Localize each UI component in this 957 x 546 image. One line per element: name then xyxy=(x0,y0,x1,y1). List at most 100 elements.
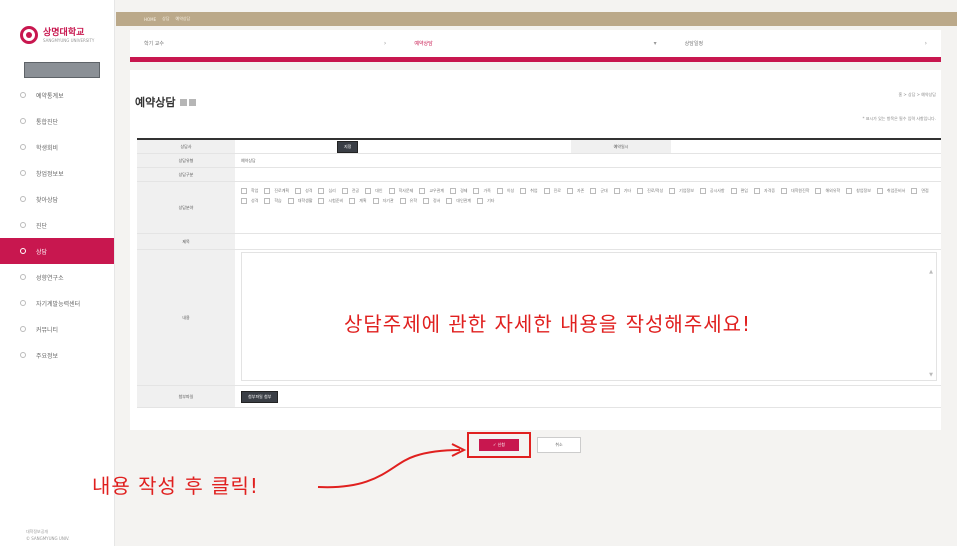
sidebar-item[interactable]: 통합진단 xyxy=(0,108,114,134)
category-option[interactable]: 교우관계 xyxy=(419,188,444,194)
category-option[interactable]: 공시사항 xyxy=(699,188,725,194)
category-option[interactable]: 성격 xyxy=(241,198,258,204)
category-option[interactable]: 대인관계 xyxy=(446,198,471,204)
checkbox-icon[interactable] xyxy=(341,188,348,194)
category-option[interactable]: 진로계획 xyxy=(264,188,289,194)
checkbox-icon[interactable] xyxy=(446,198,453,204)
checkbox-icon[interactable] xyxy=(365,188,372,194)
topbar-item[interactable]: HOME xyxy=(144,17,156,22)
checkbox-icon[interactable] xyxy=(473,188,480,194)
category-option[interactable]: 시험준비 xyxy=(318,198,343,204)
category-option[interactable]: 기타 xyxy=(477,198,495,204)
topbar-item[interactable]: 예약상담 xyxy=(176,16,191,22)
sidebar-item[interactable]: 찾아상담 xyxy=(0,186,114,212)
checkbox-icon[interactable] xyxy=(815,188,822,194)
category-option[interactable]: 학업 xyxy=(241,188,258,194)
category-option[interactable]: 자기관 xyxy=(372,198,394,204)
category-option[interactable]: 취업 xyxy=(520,188,538,194)
breadcrumb-dropdown[interactable]: 학기 교수 › xyxy=(130,30,400,57)
category-option[interactable]: 면접 xyxy=(911,188,929,194)
category-option[interactable]: 군대 xyxy=(590,188,608,194)
sidebar-item[interactable]: 커뮤니티 xyxy=(0,316,114,342)
checkbox-icon[interactable] xyxy=(543,188,550,194)
checkbox-icon[interactable] xyxy=(520,188,527,194)
category-option[interactable]: 심리 xyxy=(318,188,336,194)
category-option[interactable]: 취업준비서 xyxy=(876,188,905,194)
checkbox-icon[interactable] xyxy=(241,198,247,204)
category-option[interactable]: 대학원진학 xyxy=(781,188,809,194)
checkbox-icon[interactable] xyxy=(566,188,573,194)
checkbox-icon[interactable] xyxy=(477,198,484,204)
category-option[interactable]: 이성 xyxy=(496,188,514,194)
print-icon[interactable] xyxy=(180,98,188,106)
select-counselor-button[interactable]: 지정 xyxy=(337,140,359,153)
category-option[interactable]: 계획 xyxy=(349,198,367,204)
submit-button[interactable]: ✓ 신청 xyxy=(479,439,519,451)
category-option[interactable]: 학사문제 xyxy=(388,188,413,194)
share-icon[interactable] xyxy=(189,98,197,106)
checkbox-icon[interactable] xyxy=(669,188,676,194)
category-option[interactable]: 기타 xyxy=(613,188,631,194)
checkbox-icon[interactable] xyxy=(349,198,356,204)
checkbox-icon[interactable] xyxy=(264,188,271,194)
checkbox-icon[interactable] xyxy=(423,198,430,204)
sidebar-item[interactable]: 주요정보 xyxy=(0,342,114,368)
checkbox-icon[interactable] xyxy=(318,188,325,194)
checkbox-icon[interactable] xyxy=(846,188,853,194)
sidebar-item[interactable]: 자기계발능력센터 xyxy=(0,290,114,316)
category-option[interactable]: 학습 xyxy=(264,198,282,204)
category-option[interactable]: 전공 xyxy=(341,188,359,194)
category-option[interactable]: 가족 xyxy=(473,188,491,194)
checkbox-icon[interactable] xyxy=(450,188,457,194)
category-option[interactable]: 자존 xyxy=(566,188,584,194)
category-option[interactable]: 유학 xyxy=(399,198,417,204)
checkbox-icon[interactable] xyxy=(264,198,271,204)
checkbox-icon[interactable] xyxy=(388,188,395,194)
category-option[interactable]: 창업정보 xyxy=(846,188,871,194)
checkbox-icon[interactable] xyxy=(699,188,706,194)
checkbox-icon[interactable] xyxy=(911,188,918,194)
checkbox-icon[interactable] xyxy=(372,198,379,204)
checkbox-icon[interactable] xyxy=(781,188,788,194)
checkbox-icon[interactable] xyxy=(287,198,294,204)
user-info-box[interactable] xyxy=(24,62,100,78)
category-option[interactable]: 해외유학 xyxy=(815,188,840,194)
category-option[interactable]: 경제 xyxy=(450,188,467,194)
category-option[interactable]: 기업정보 xyxy=(669,188,694,194)
sidebar-item[interactable]: 성향연구소 xyxy=(0,264,114,290)
category-option[interactable]: 진로/적성 xyxy=(637,188,663,194)
sidebar-item[interactable]: 창업정보보 xyxy=(0,160,114,186)
category-option[interactable]: 편입 xyxy=(730,188,748,194)
checkbox-icon[interactable] xyxy=(590,188,597,194)
breadcrumb-dropdown[interactable]: 상담일정 › xyxy=(671,30,941,57)
category-option[interactable]: 정서 xyxy=(423,198,440,204)
checkbox-icon[interactable] xyxy=(318,198,325,204)
checkbox-icon[interactable] xyxy=(399,198,406,204)
category-option[interactable]: 대인 xyxy=(365,188,383,194)
checkbox-icon[interactable] xyxy=(637,188,644,194)
attach-file-button[interactable]: 첨부파일 첨부 xyxy=(241,390,279,403)
sidebar-item-active[interactable]: 상담 xyxy=(0,238,114,264)
category-option[interactable]: 진로 xyxy=(543,188,561,194)
checkbox-icon[interactable] xyxy=(754,188,760,194)
footer-link[interactable]: 대학정보공개 xyxy=(26,528,70,535)
checkbox-icon[interactable] xyxy=(876,188,883,194)
sidebar-item[interactable]: 학생회비 xyxy=(0,134,114,160)
scroll-up-icon[interactable]: ▲ xyxy=(929,269,933,275)
category-option[interactable]: 성격 xyxy=(295,188,312,194)
checkbox-icon[interactable] xyxy=(295,188,302,194)
checkbox-icon[interactable] xyxy=(730,188,737,194)
category-option[interactable]: 자격증 xyxy=(754,188,775,194)
checkbox-icon[interactable] xyxy=(241,188,247,194)
checkbox-icon[interactable] xyxy=(613,188,620,194)
sidebar-item[interactable]: 진단 xyxy=(0,212,114,238)
checkbox-icon[interactable] xyxy=(419,188,426,194)
checkbox-icon[interactable] xyxy=(496,188,503,194)
category-option[interactable]: 대학생활 xyxy=(287,198,312,204)
scroll-down-icon[interactable]: ▼ xyxy=(929,372,933,378)
sidebar-item[interactable]: 예약통계보 xyxy=(0,82,114,108)
topbar-item[interactable]: 상담 xyxy=(162,16,169,22)
breadcrumb-dropdown-current[interactable]: 예약상담 ▾ xyxy=(400,30,670,57)
university-logo[interactable]: 상명대학교 SANGMYUNG UNIVERSITY xyxy=(20,26,94,44)
cancel-button[interactable]: 취소 xyxy=(537,437,581,453)
